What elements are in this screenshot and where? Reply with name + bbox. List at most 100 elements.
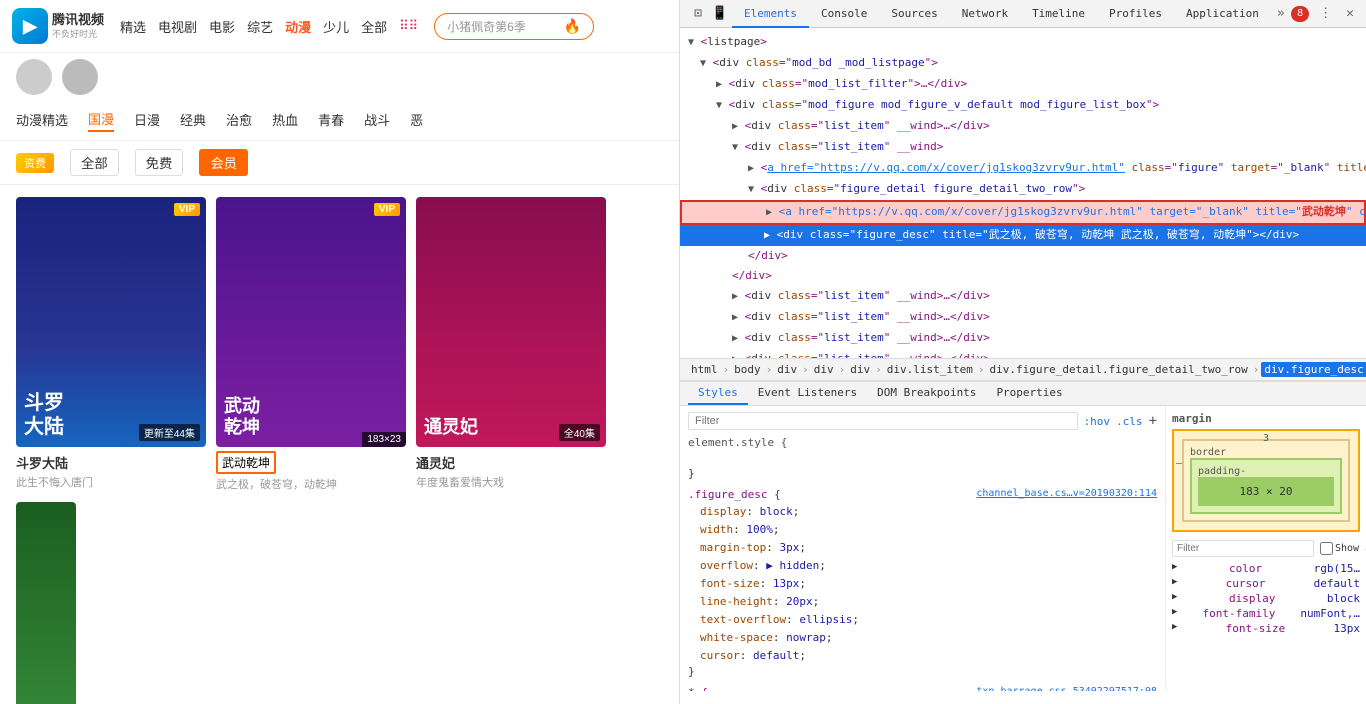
show-all-text: Show all — [1335, 543, 1366, 554]
dom-line-12[interactable]: ▶ <div class="list_item" __wind>…</div> — [680, 286, 1366, 307]
subnav-dongmanjingxuan[interactable]: 动漫精选 — [16, 110, 68, 131]
subnav-zhandou[interactable]: 战斗 — [364, 110, 390, 131]
css-block-figure-desc: .figure_desc { channel_base.cs…v=2019032… — [688, 488, 1157, 678]
dom-line-9[interactable]: ▶ <div class="figure_desc" title="武之极, 破… — [680, 225, 1366, 246]
card1-ep-tag: 更新至44集 — [139, 424, 200, 441]
tab-sources[interactable]: Sources — [879, 0, 949, 28]
devtools-device-icon[interactable]: 📱 — [710, 4, 730, 24]
styles-content: :hov .cls + element.style { } .figure_de… — [680, 406, 1366, 691]
dom-line-13[interactable]: ▶ <div class="list_item" __wind>…</div> — [680, 307, 1366, 328]
tab-console[interactable]: Console — [809, 0, 879, 28]
tab-more[interactable]: » — [1271, 6, 1291, 21]
filter-input[interactable] — [688, 412, 1078, 430]
nav-quanbu[interactable]: 全部 — [361, 17, 387, 36]
computed-prop-font-size[interactable]: ▶ font-size 13px — [1172, 621, 1360, 636]
bc-div2[interactable]: div — [811, 362, 837, 377]
dom-line-2[interactable]: ▶ <div class="mod_list_filter">…</div> — [680, 74, 1366, 95]
subnav-e[interactable]: 恶 — [410, 110, 423, 131]
computed-prop-color[interactable]: ▶ color rgb(15… — [1172, 561, 1360, 576]
nav-jingxuan[interactable]: 精选 — [120, 17, 146, 36]
tab-properties[interactable]: Properties — [986, 382, 1072, 405]
card2-inner-text: 武动乾坤 — [224, 396, 260, 439]
card-thumb-1: 斗罗大陆 VIP 更新至44集 — [16, 197, 206, 447]
bc-html[interactable]: html — [688, 362, 721, 377]
dom-line-8[interactable]: ▶ <a href="https://v.qq.com/x/cover/jg1s… — [680, 200, 1366, 225]
dom-line-5[interactable]: ▼ <div class="list_item" __wind> — [680, 137, 1366, 158]
bc-list-item[interactable]: div.list_item — [884, 362, 976, 377]
show-all-checkbox[interactable] — [1320, 542, 1333, 555]
dom-line-14[interactable]: ▶ <div class="list_item" __wind>…</div> — [680, 328, 1366, 349]
subnav-jingdian[interactable]: 经典 — [180, 110, 206, 131]
card-thumb-2: 武动乾坤 VIP 183×23 — [216, 197, 406, 447]
filter-mianfei[interactable]: 免费 — [135, 149, 184, 176]
add-rule-btn[interactable]: + — [1149, 413, 1157, 429]
nav-dots[interactable]: ⠿⠿ — [399, 18, 418, 34]
dom-line-10[interactable]: </div> — [680, 246, 1366, 266]
expand-display: ▶ — [1172, 592, 1177, 605]
dom-line-15[interactable]: ▶ <div class="list_item" __wind>…</div> — [680, 349, 1366, 358]
css-file-link-1[interactable]: channel_base.cs…v=20190320:114 — [976, 488, 1157, 503]
dom-line-1[interactable]: ▼ <div class="mod_bd _mod_listpage"> — [680, 53, 1366, 74]
pseudo-btn-cls[interactable]: .cls — [1116, 415, 1143, 428]
computed-prop-font-family[interactable]: ▶ font-family numFont,… — [1172, 606, 1360, 621]
expand-color: ▶ — [1172, 562, 1177, 575]
card3-inner-text: 通灵妃 — [424, 417, 478, 439]
devtools-close-btn[interactable]: ✕ — [1342, 4, 1358, 23]
tab-application[interactable]: Application — [1174, 0, 1271, 28]
css-file-link-2[interactable]: txp_barrage.css…53492297517:98 — [976, 686, 1157, 691]
nav-dongman[interactable]: 动漫 — [285, 17, 311, 36]
nav-dianying[interactable]: 电影 — [209, 17, 235, 36]
logo-text: 腾讯视频 — [52, 12, 104, 28]
bc-figure-detail[interactable]: div.figure_detail.figure_detail_two_row — [986, 362, 1250, 377]
nav-zongyi[interactable]: 综艺 — [247, 17, 273, 36]
card1-desc: 此生不悔入唐门 — [16, 474, 206, 490]
computed-prop-cursor[interactable]: ▶ cursor default — [1172, 576, 1360, 591]
card1-inner-text: 斗罗大陆 — [24, 391, 64, 439]
nav-dianshiju[interactable]: 电视剧 — [158, 17, 197, 36]
pseudo-btn-hov[interactable]: :hov — [1084, 415, 1111, 428]
subnav-zhiyu[interactable]: 治愈 — [226, 110, 252, 131]
css-block-star: * { txp_barrage.css…53492297517:98 margi… — [688, 686, 1157, 691]
tab-timeline[interactable]: Timeline — [1020, 0, 1097, 28]
card-wudonqiankun[interactable]: 武动乾坤 VIP 183×23 武动乾坤 武之极，破苍穹，动乾坤 — [216, 197, 406, 492]
avatar2 — [62, 59, 98, 95]
dom-line-7[interactable]: ▼ <div class="figure_detail figure_detai… — [680, 179, 1366, 200]
border-dash: – — [1176, 458, 1182, 469]
search-placeholder: 小猪佩奇第6季 — [447, 18, 526, 35]
search-box[interactable]: 小猪佩奇第6季 🔥 — [434, 13, 594, 40]
nav-shaoner[interactable]: 少儿 — [323, 17, 349, 36]
filter-huiyuan[interactable]: 会员 — [199, 149, 248, 176]
subnav-riman[interactable]: 日漫 — [134, 110, 160, 131]
subnav-rexue[interactable]: 热血 — [272, 110, 298, 131]
card-jubingchangchengzhuan[interactable]: 巨兵长城 🎁 💬 ⬇ — [16, 502, 76, 704]
computed-prop-display[interactable]: ▶ display block — [1172, 591, 1360, 606]
bc-div1[interactable]: div — [774, 362, 800, 377]
box-model-title: margin — [1172, 412, 1360, 425]
tab-network[interactable]: Network — [950, 0, 1020, 28]
bc-figure-desc[interactable]: div.figure_desc — [1261, 362, 1366, 377]
tab-event-listeners[interactable]: Event Listeners — [748, 382, 867, 405]
filter-row: :hov .cls + — [688, 412, 1157, 430]
card3-title: 通灵妃 — [416, 453, 606, 472]
tab-styles[interactable]: Styles — [688, 382, 748, 405]
bc-div3[interactable]: div — [847, 362, 873, 377]
dom-line-6[interactable]: ▶ <a href="https://v.qq.com/x/cover/jg1s… — [680, 158, 1366, 179]
devtools-inspect-icon[interactable]: ⊡ — [688, 4, 708, 24]
dom-line-0[interactable]: ▼ <listpage> — [680, 32, 1366, 53]
bc-body[interactable]: body — [731, 362, 764, 377]
card-thumb-3: 通灵妃 全40集 — [416, 197, 606, 447]
computed-filter-input[interactable] — [1172, 540, 1314, 557]
tab-elements[interactable]: Elements — [732, 0, 809, 28]
dom-line-3[interactable]: ▼ <div class="mod_figure mod_figure_v_de… — [680, 95, 1366, 116]
tab-profiles[interactable]: Profiles — [1097, 0, 1174, 28]
box-model-padding: padding- 183 × 20 — [1190, 458, 1342, 514]
filter-quanbu[interactable]: 全部 — [70, 149, 119, 176]
dom-line-4[interactable]: ▶ <div class="list_item" __wind>…</div> — [680, 116, 1366, 137]
dom-line-11[interactable]: </div> — [680, 266, 1366, 286]
card-tonglingfei[interactable]: 通灵妃 全40集 通灵妃 年度鬼畜爱情大戏 — [416, 197, 606, 492]
card-douluodalu[interactable]: 斗罗大陆 VIP 更新至44集 斗罗大陆 此生不悔入唐门 — [16, 197, 206, 492]
devtools-settings-btn[interactable]: ⋮ — [1315, 4, 1336, 23]
subnav-qingchun[interactable]: 青春 — [318, 110, 344, 131]
subnav-guoman[interactable]: 国漫 — [88, 109, 114, 132]
tab-dom-breakpoints[interactable]: DOM Breakpoints — [867, 382, 986, 405]
